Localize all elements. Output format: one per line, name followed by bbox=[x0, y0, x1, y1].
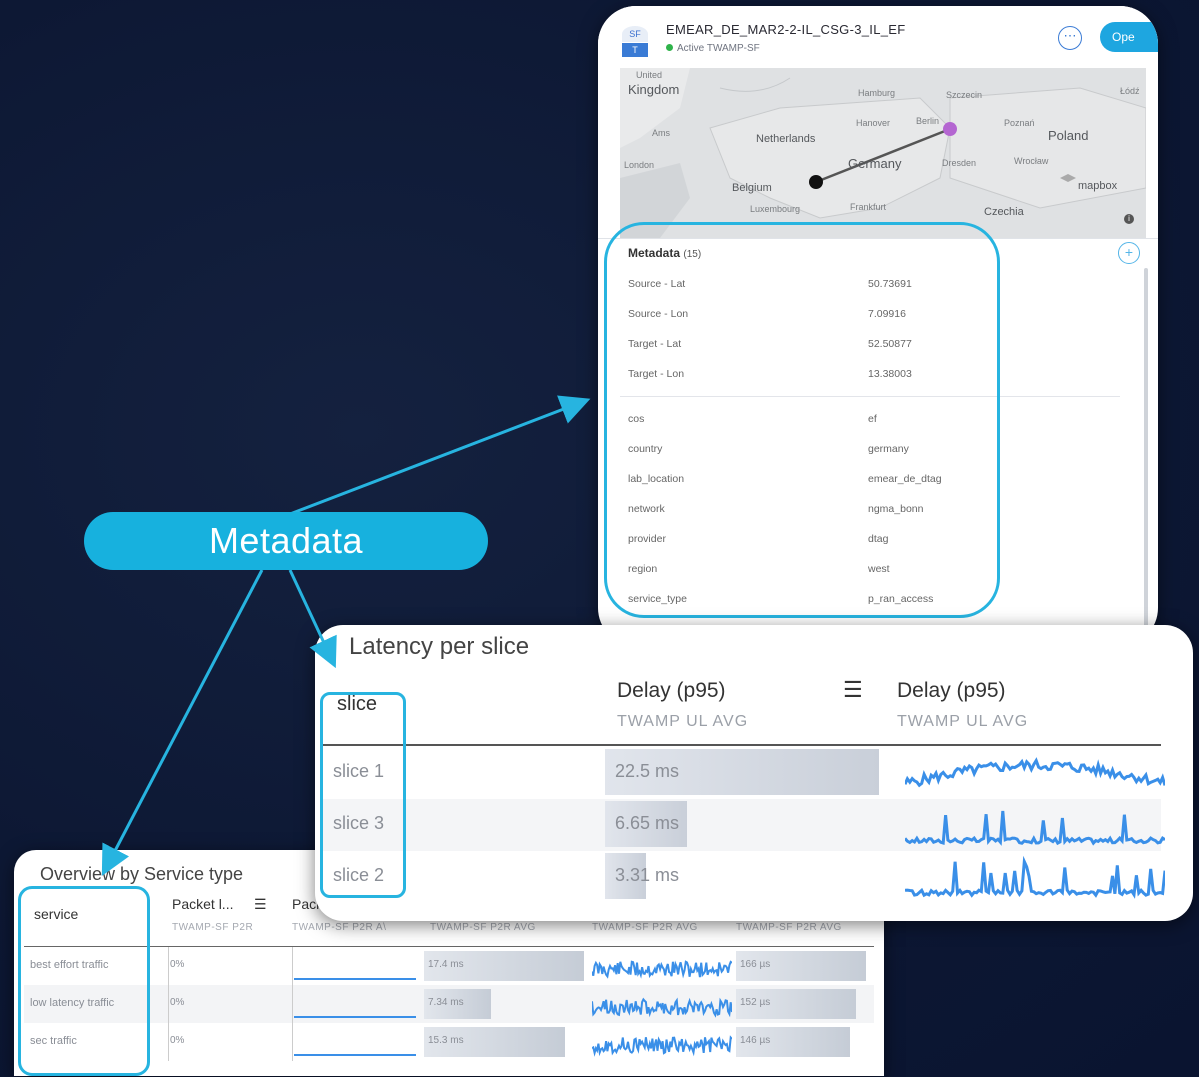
metadata-callout-label: Metadata bbox=[84, 512, 488, 570]
arrow-to-slice bbox=[288, 569, 337, 669]
arrow-to-service bbox=[101, 569, 264, 876]
arrow-to-metadata bbox=[289, 395, 591, 516]
